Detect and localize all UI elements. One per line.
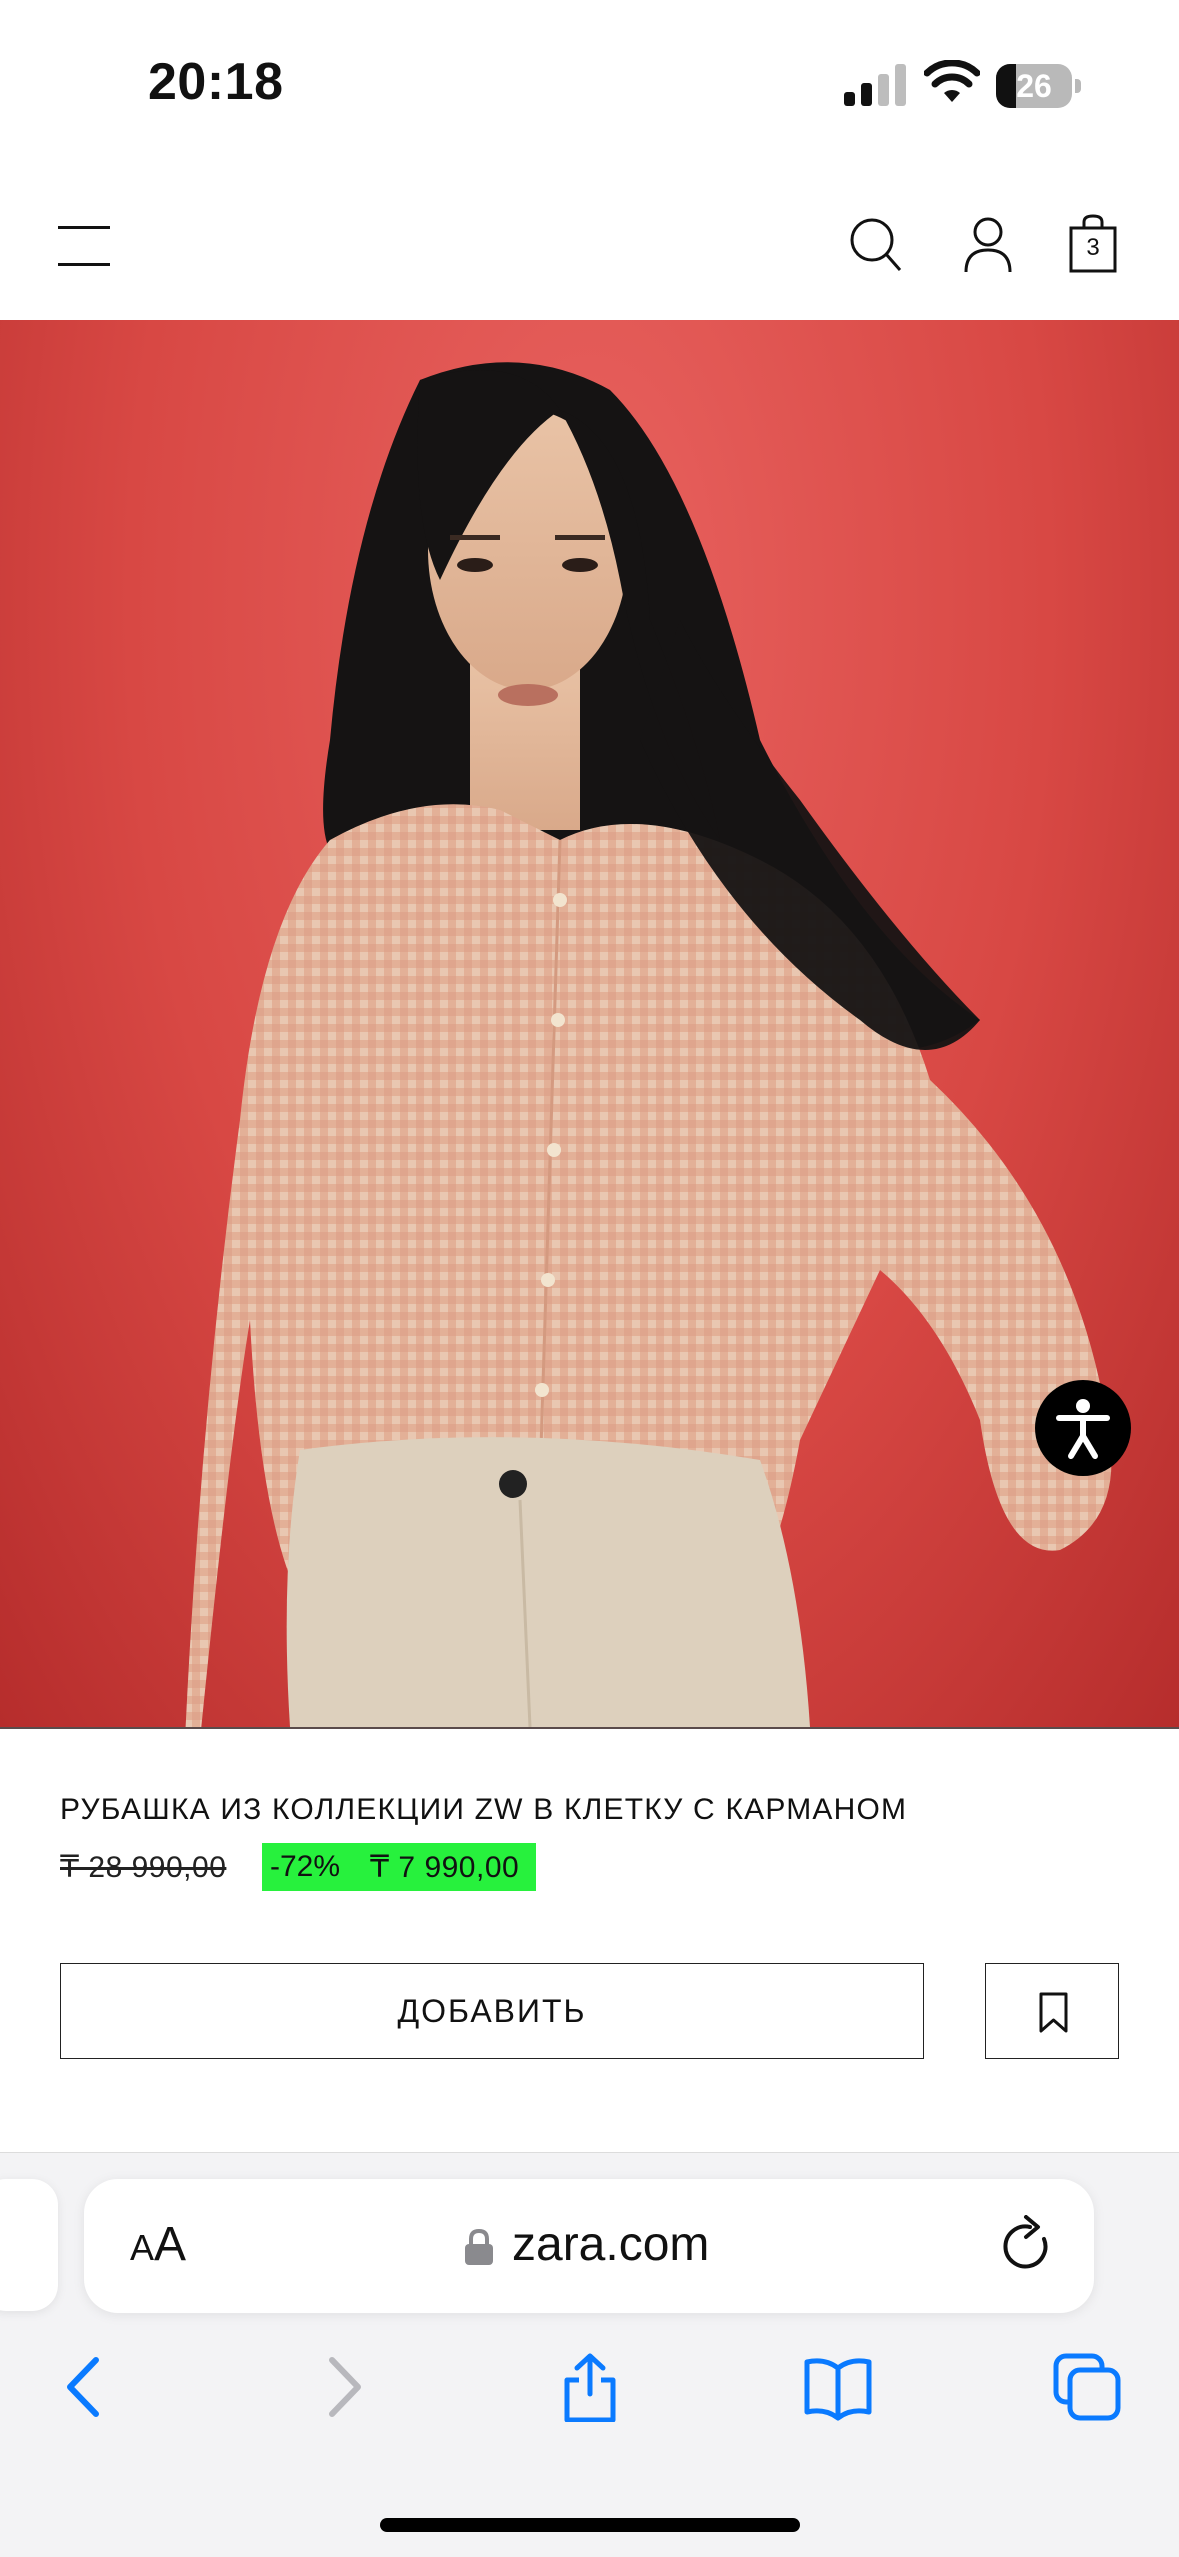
status-time: 20:18 xyxy=(148,53,284,111)
address-bar[interactable]: AA zara.com xyxy=(84,2179,1094,2313)
accessibility-icon xyxy=(1056,1399,1110,1459)
product-title: РУБАШКА ИЗ КОЛЛЕКЦИИ ZW В КЛЕТКУ С КАРМА… xyxy=(60,1793,908,1826)
forward-icon[interactable] xyxy=(306,2352,376,2422)
battery-level: 26 xyxy=(1016,68,1052,104)
back-icon[interactable] xyxy=(52,2352,122,2422)
lock-icon xyxy=(465,2229,493,2265)
tabs-icon[interactable] xyxy=(1052,2352,1122,2422)
bookmark-icon xyxy=(1039,1992,1068,2033)
accessibility-button[interactable] xyxy=(1035,1380,1131,1476)
old-price: ₸ 28 990,00 xyxy=(60,1851,227,1884)
battery-indicator: 26 xyxy=(996,64,1082,108)
previous-tab-preview[interactable] xyxy=(0,2179,58,2311)
search-icon[interactable] xyxy=(848,214,904,274)
text-size-button[interactable]: AA xyxy=(130,2217,186,2272)
site-header: 3 xyxy=(0,170,1179,320)
discount-percent: -72% xyxy=(270,1850,341,1883)
url-text: zara.com xyxy=(512,2218,710,2271)
reload-icon[interactable] xyxy=(1000,2215,1056,2277)
bookmarks-icon[interactable] xyxy=(803,2352,873,2422)
hamburger-menu-icon[interactable] xyxy=(58,226,110,266)
sale-price: ₸ 7 990,00 xyxy=(370,1851,520,1884)
wifi-icon xyxy=(924,60,980,102)
user-icon[interactable] xyxy=(962,214,1014,274)
shopping-bag-button[interactable]: 3 xyxy=(1068,214,1118,274)
cart-count: 3 xyxy=(1086,234,1100,261)
status-bar: 20:18 26 xyxy=(0,0,1179,170)
home-indicator xyxy=(380,2518,800,2532)
sale-price-badge: -72% ₸ 7 990,00 xyxy=(262,1843,536,1891)
share-icon[interactable] xyxy=(555,2352,625,2422)
bookmark-button[interactable] xyxy=(985,1963,1119,2059)
add-to-cart-button[interactable]: ДОБАВИТЬ xyxy=(60,1963,924,2059)
model-photo xyxy=(185,362,1112,1727)
image-divider xyxy=(0,1727,1179,1729)
cellular-signal-icon xyxy=(844,64,906,106)
product-image[interactable] xyxy=(0,320,1179,1727)
